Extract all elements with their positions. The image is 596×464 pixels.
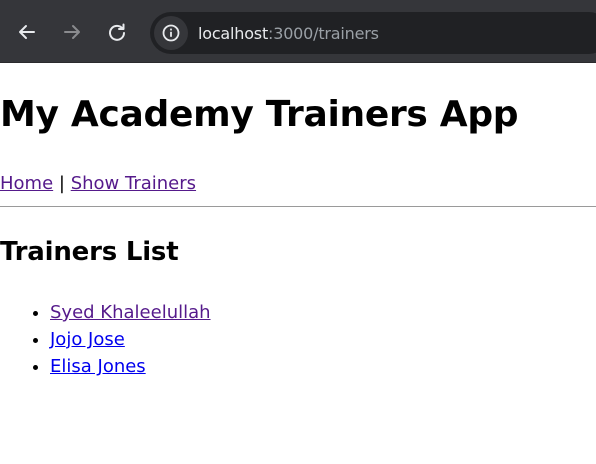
home-link[interactable]: Home bbox=[0, 173, 53, 194]
arrow-left-icon bbox=[19, 25, 35, 39]
browser-toolbar: localhost:3000/trainers bbox=[0, 0, 596, 63]
nav-separator: | bbox=[58, 173, 65, 194]
section-heading: Trainers List bbox=[0, 237, 179, 267]
list-item: Jojo Jose bbox=[50, 326, 211, 353]
reload-icon bbox=[109, 23, 125, 41]
info-circle-icon bbox=[162, 24, 180, 42]
site-info-button[interactable] bbox=[154, 16, 188, 50]
list-item: Elisa Jones bbox=[50, 353, 211, 380]
page-title: My Academy Trainers App bbox=[0, 94, 519, 135]
url-path: :3000/trainers bbox=[268, 23, 379, 43]
reload-button[interactable] bbox=[104, 19, 130, 45]
back-button[interactable] bbox=[14, 19, 40, 45]
trainer-list: Syed Khaleelullah Jojo Jose Elisa Jones bbox=[0, 299, 211, 380]
address-bar[interactable]: localhost:3000/trainers bbox=[150, 12, 596, 54]
trainer-link[interactable]: Syed Khaleelullah bbox=[50, 302, 211, 323]
list-item: Syed Khaleelullah bbox=[50, 299, 211, 326]
show-trainers-link[interactable]: Show Trainers bbox=[71, 173, 196, 194]
trainer-link[interactable]: Jojo Jose bbox=[50, 329, 125, 350]
divider bbox=[0, 206, 596, 207]
url-text[interactable]: localhost:3000/trainers bbox=[198, 24, 379, 43]
forward-button[interactable] bbox=[59, 19, 85, 45]
trainer-link[interactable]: Elisa Jones bbox=[50, 356, 146, 377]
url-host: localhost bbox=[198, 23, 269, 43]
arrow-right-icon bbox=[64, 25, 80, 39]
top-nav: Home | Show Trainers bbox=[0, 173, 196, 194]
